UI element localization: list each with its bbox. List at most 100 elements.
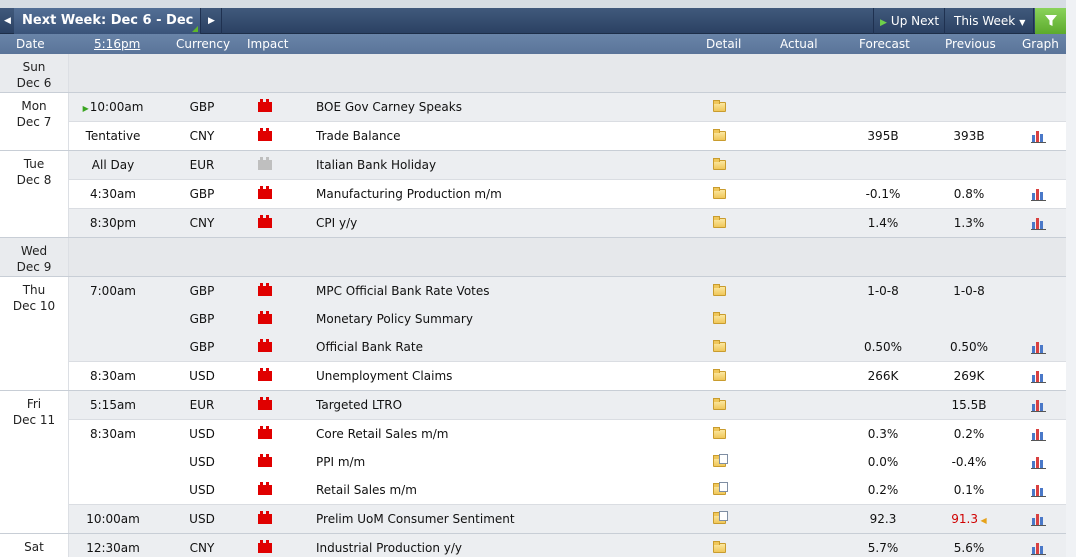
next-week-arrow-icon[interactable]: ▶ [202,8,222,34]
day-date: Dec 8 [16,173,52,187]
high-impact-icon [258,454,272,467]
table-row[interactable]: USD PPI m/m 0.0% -0.4% [69,448,1066,476]
graph-button[interactable] [1031,505,1047,533]
holiday-impact-icon [258,157,272,170]
day-label: Tue Dec 8 [0,151,69,237]
detail-button[interactable] [713,209,729,237]
graph-button[interactable] [1031,534,1047,557]
impact [258,448,274,476]
filter-button[interactable] [1035,8,1066,34]
detail-button[interactable] [713,333,729,361]
event-time-label: 8:30pm [89,216,137,230]
table-row[interactable]: GBP Official Bank Rate 0.50% 0.50% [69,333,1066,361]
table-row[interactable]: 8:30pm CNY CPI y/y 1.4% 1.3% [69,209,1066,237]
table-row[interactable]: USD Retail Sales m/m 0.2% 0.1% [69,476,1066,504]
chevron-down-icon: ▼ [1019,18,1026,27]
table-row[interactable]: 5:15am EUR Targeted LTRO 15.5B [69,391,1066,419]
detail-button[interactable] [713,391,729,419]
table-row[interactable]: ▶10:00am GBP BOE Gov Carney Speaks [69,93,1066,121]
table-row[interactable]: 8:30am USD Core Retail Sales m/m 0.3% 0.2% [69,420,1066,448]
day-date: Dec 10 [12,299,56,313]
folder-icon [713,158,726,170]
graph-button[interactable] [1031,420,1047,448]
event-name: Industrial Production y/y [316,541,462,555]
forecast-value: 92.3 [869,512,897,526]
impact [258,93,274,121]
table-row[interactable]: All Day EUR Italian Bank Holiday [69,151,1066,179]
table-row[interactable]: 8:30am USD Unemployment Claims 266K 269K [69,362,1066,390]
detail-button[interactable] [713,305,729,333]
detail-button[interactable] [713,93,729,121]
folder-icon [713,541,726,553]
week-title[interactable]: Next Week: Dec 6 - Dec 12 [14,8,201,54]
detail-button[interactable] [713,476,729,504]
column-header-row: Date 5:16pm Currency Impact Detail Actua… [0,34,1066,54]
day-rows: 7:00am GBP MPC Official Bank Rate Votes 1-0… [69,277,1066,390]
folder-icon [713,187,726,199]
this-week-label: This Week [954,14,1016,28]
col-actual: Actual [780,37,818,51]
table-row[interactable]: 4:30am GBP Manufacturing Production m/m -0.… [69,180,1066,208]
detail-button[interactable] [713,151,729,179]
folder-doc-icon [713,511,728,524]
previous-value: 0.8% [929,180,1009,208]
day-group: Tue Dec 8 All Day EUR Italian Bank Holiday 4:… [0,151,1066,238]
high-impact-icon [258,99,272,112]
graph-button[interactable] [1031,391,1047,419]
impact [258,151,274,179]
high-impact-icon [258,283,272,296]
table-row[interactable]: 12:30am CNY Industrial Production y/y 5.7% 5… [69,534,1066,557]
event-name: Prelim UoM Consumer Sentiment [316,512,515,526]
detail-button[interactable] [713,277,729,305]
day-rows: ▶10:00am GBP BOE Gov Carney Speaks Tentativ… [69,93,1066,150]
graph-button[interactable] [1031,209,1047,237]
detail-button[interactable] [713,534,729,557]
detail-button[interactable] [713,122,729,150]
high-impact-icon [258,511,272,524]
detail-button[interactable] [713,180,729,208]
graph-button[interactable] [1031,476,1047,504]
previous-value-label: 1.3% [953,216,985,230]
event-name: PPI m/m [316,455,366,469]
event-time-label: 5:15am [90,398,136,412]
high-impact-icon [258,339,272,352]
impact [258,209,274,237]
currency: GBP [189,284,215,298]
event-time-label: 10:00am [86,512,140,526]
this-week-dropdown[interactable]: This Week ▼ [946,8,1034,34]
event-name: CPI y/y [316,216,358,230]
event-name: MPC Official Bank Rate Votes [316,284,490,298]
table-row[interactable]: 7:00am GBP MPC Official Bank Rate Votes 1-0… [69,277,1066,305]
scrollbar[interactable] [1066,0,1076,557]
folder-icon [713,284,726,296]
detail-button[interactable] [713,420,729,448]
table-row[interactable]: 10:00am USD Prelim UoM Consumer Sentiment 9… [69,505,1066,533]
currency: CNY [189,541,215,555]
graph-button[interactable] [1031,448,1047,476]
graph-button[interactable] [1031,362,1047,390]
currency: USD [189,512,215,526]
day-label: SatDec 12 [0,534,69,557]
impact [258,476,274,504]
previous-value: 15.5B [929,391,1009,419]
previous-value-label: 15.5B [951,398,987,412]
event-time-label: 12:30am [86,541,140,555]
detail-button[interactable] [713,505,729,533]
detail-button[interactable] [713,448,729,476]
table-row[interactable]: Tentative CNY Trade Balance 395B 393B [69,122,1066,150]
day-name: Sat [24,540,44,554]
graph-button[interactable] [1031,333,1047,361]
graph-button[interactable] [1031,180,1047,208]
event-time: 7:00am [69,277,157,305]
folder-icon [713,427,726,439]
high-impact-icon [258,482,272,495]
col-time-clock[interactable]: 5:16pm [94,34,140,54]
day-label: Wed Dec 9 [0,238,69,276]
event-group: 8:30am USD Core Retail Sales m/m 0.3% 0.2% US… [69,419,1066,504]
graph-button[interactable] [1031,122,1047,150]
table-row[interactable]: GBP Monetary Policy Summary [69,305,1066,333]
bar-chart-icon [1031,370,1046,383]
up-next-button[interactable]: ▶ Up Next [873,8,945,34]
previous-value: 0.2% [929,420,1009,448]
detail-button[interactable] [713,362,729,390]
